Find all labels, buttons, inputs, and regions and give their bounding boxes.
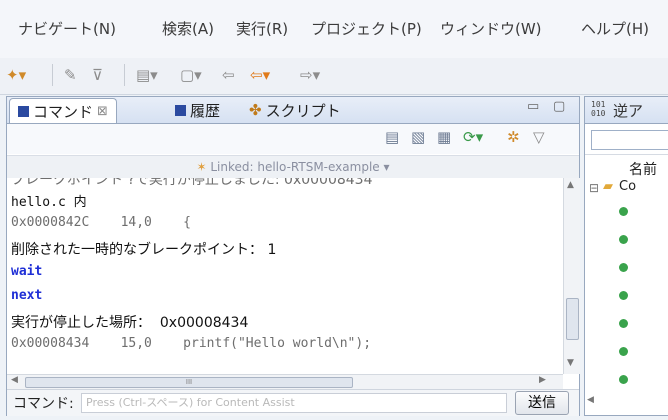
menu-bar: ナビゲート(N) 検索(A) 実行(R) プロジェクト(P) ウィンドウ(W) … [0,0,668,59]
tab-disassembly-label: 逆ア [613,102,644,120]
tree-root-label: Co [619,179,637,194]
send-button[interactable]: 送信 [515,391,569,415]
register-node-icon[interactable] [619,291,628,300]
disassembly-toolbar [585,124,668,155]
brush-icon[interactable]: ✎ [64,66,77,84]
page-icon[interactable]: ▤▾ [136,66,158,84]
register-node-icon[interactable] [619,347,628,356]
run-script-icon[interactable]: ⟳▾ [463,128,483,146]
script-icon: ✤ [249,101,262,119]
menu-window[interactable]: ウィンドウ(W) [440,18,542,39]
tab-command-label: コマンド [33,102,94,121]
output-command: wait [11,264,43,279]
command-entry-row: コマンド: Press (Ctrl-スペース) for Content Assi… [7,389,579,416]
tab-history[interactable]: 履歴 [175,98,220,122]
menu-project[interactable]: プロジェクト(P) [311,18,422,39]
save-log-icon[interactable]: ▤ [385,128,399,146]
chevron-down-icon: ▾ [383,160,390,174]
output-line: 0x0000842C 14,0 { [11,215,192,230]
linked-connection[interactable]: ✶ Linked: hello-RTSM-example ▾ [7,155,579,179]
horizontal-scrollbar[interactable]: ◀ III ▶ [7,374,563,389]
tab-disassembly[interactable]: 101 010 逆ア [585,97,668,124]
back-icon[interactable]: ⇦ [222,66,235,84]
output-line: 削除された一時的なブレークポイント： 1 [11,242,277,258]
output-line: hello.c 内 [11,195,87,210]
register-node-icon[interactable] [619,263,628,272]
register-node-icon[interactable] [619,235,628,244]
tab-history-label: 履歴 [190,101,221,120]
tab-command[interactable]: コマンド ⊠ [9,98,117,123]
command-output[interactable]: ブレークポイント ?で実行が停止しました: 0x00008434 hello.c… [7,178,563,374]
output-line: 実行が停止した場所： 0x00008434 [11,315,249,331]
folder-icon: ▰ [603,179,613,194]
scroll-up-icon[interactable]: ▲ [567,180,574,190]
disassembly-view: 101 010 逆ア 名前 ⊟ ▰ Co ◀ [584,96,668,416]
vertical-scrollbar[interactable]: ▲ ▼ [563,178,580,374]
collapse-icon[interactable]: ⊟ [589,181,599,195]
view-menu-icon[interactable]: ▽ [533,128,545,146]
history-view-icon [175,104,186,116]
export-icon[interactable]: ▦ [437,128,451,146]
register-node-icon[interactable] [619,319,628,328]
scroll-down-icon[interactable]: ▼ [567,358,574,368]
output-line: ブレークポイント ?で実行が停止しました: 0x00008434 [11,178,373,188]
scroll-left-icon[interactable]: ◀ [587,395,594,405]
document-icon[interactable]: ▢▾ [180,66,202,84]
hscroll-thumb[interactable]: III [25,377,353,388]
settings-icon[interactable]: ✲ [507,128,520,146]
command-view-icon [18,105,29,117]
linked-label: Linked: hello-RTSM-example [210,160,380,174]
menu-search[interactable]: 検索(A) [162,18,214,39]
menu-help[interactable]: ヘルプ(H) [581,18,649,39]
binary-icon: 101 010 [591,100,606,118]
wand-icon[interactable]: ✦▾ [6,66,26,84]
navigate-left-icon[interactable]: ⇦▾ [250,66,270,84]
address-field[interactable] [591,130,668,150]
minimize-icon[interactable]: ▭ [527,99,539,114]
command-view: コマンド ⊠ 履歴 ✤ スクリプト ▭ ▢ ▤ ▧ ▦ ⟳▾ ✲ ▽ ✶ Lin… [6,96,580,416]
filter-icon[interactable]: ⊽ [92,66,103,84]
command-label: コマンド: [13,396,74,412]
register-node-icon[interactable] [619,375,628,384]
close-tab-icon[interactable]: ⊠ [97,104,108,119]
output-command: next [11,288,43,303]
register-node-icon[interactable] [619,207,628,216]
command-input[interactable]: Press (Ctrl-スペース) for Content Assist [81,393,507,413]
tab-script[interactable]: ✤ スクリプト [249,98,341,122]
name-column-header: 名前 [629,162,657,178]
output-line: 0x00008434 15,0 printf("Hello world\n"); [11,336,372,351]
maximize-icon[interactable]: ▢ [553,99,565,114]
clear-icon[interactable]: ▧ [411,128,425,146]
link-icon: ✶ [196,160,207,174]
main-toolbar: ✦▾ ✎ ⊽ ▤▾ ▢▾ ⇦ ⇦▾ ⇨▾ [0,58,668,95]
navigate-right-icon[interactable]: ⇨▾ [300,66,320,84]
view-tab-bar: コマンド ⊠ 履歴 ✤ スクリプト ▭ ▢ [7,97,579,124]
scroll-right-icon[interactable]: ▶ [539,375,546,385]
scroll-thumb[interactable] [566,298,579,340]
menu-run[interactable]: 実行(R) [236,18,288,39]
view-toolbar: ▤ ▧ ▦ ⟳▾ ✲ ▽ [7,124,579,154]
menu-navigate[interactable]: ナビゲート(N) [18,18,116,39]
scroll-left-icon[interactable]: ◀ [11,375,18,385]
register-tree: 名前 ⊟ ▰ Co ◀ [585,157,668,415]
tab-script-label: スクリプト [265,101,341,120]
